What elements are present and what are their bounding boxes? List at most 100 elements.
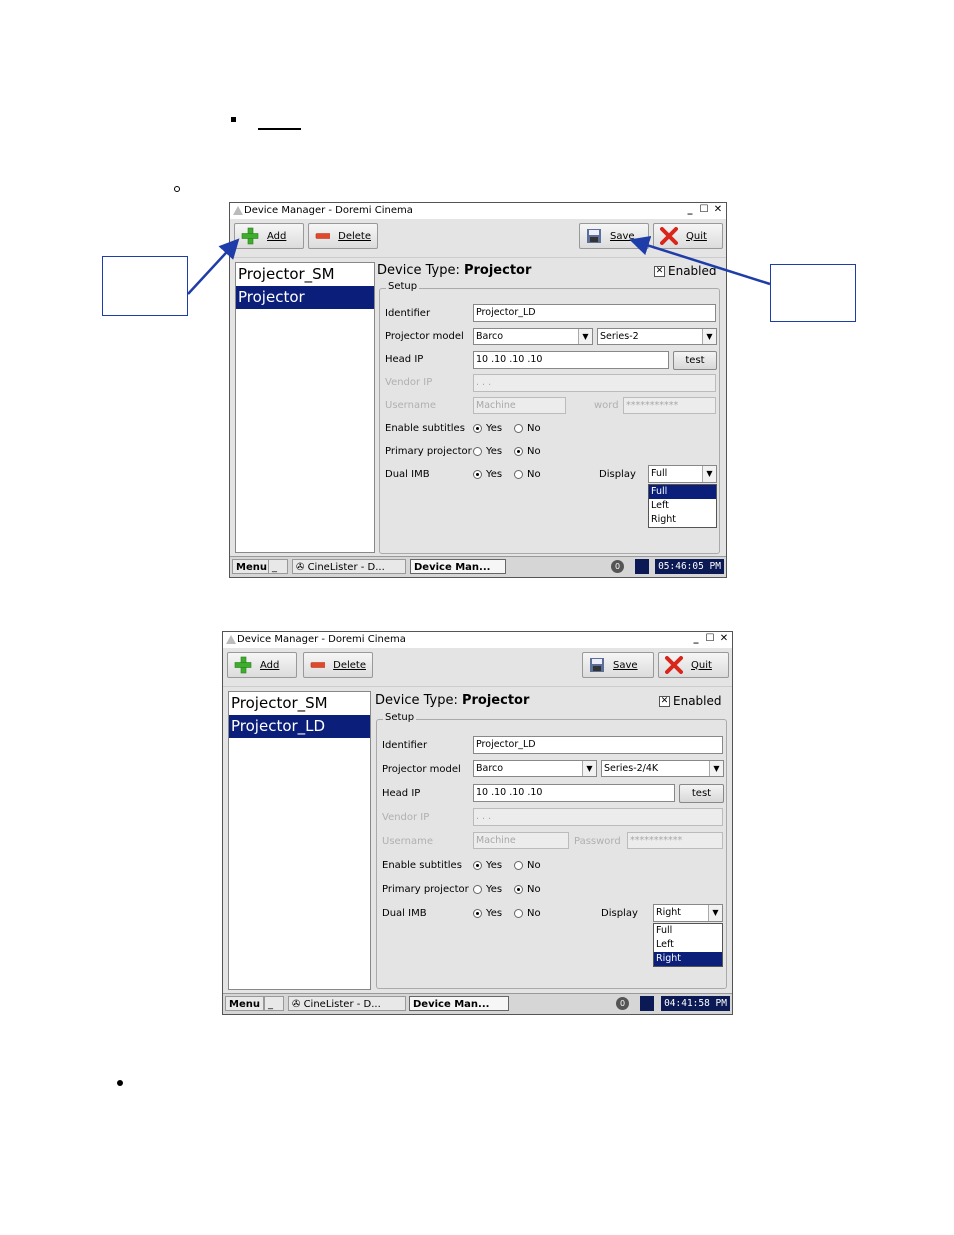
device-type-value: Projector [461,693,530,708]
taskbar-item-cinelister[interactable]: ✇ CineLister - D... [292,559,406,574]
taskbar: Menu _ ✇ CineLister - D... Device Man...… [230,556,726,577]
display-label: Display [599,469,636,480]
plus-icon [234,656,252,674]
dot-bullet [117,1080,123,1086]
primary-no-radio[interactable]: No [514,884,541,895]
series-select[interactable]: Series-2 ▼ [597,328,717,345]
dual-yes-radio[interactable]: Yes [473,469,502,480]
power-icon[interactable]: 0 [611,560,624,573]
quit-button[interactable]: Quit [653,223,723,249]
enabled-checkbox[interactable]: ✕ Enabled [654,264,717,278]
chevron-down-icon: ▼ [582,761,596,776]
dropdown-option[interactable]: Right [649,513,716,527]
maximize-icon[interactable]: ☐ [704,633,716,645]
test-button[interactable]: test [673,351,717,370]
radio-off-icon [473,885,482,894]
taskbar-item-device-manager[interactable]: Device Man... [409,996,509,1011]
checkbox-checked-icon: ✕ [659,696,670,707]
identifier-label: Identifier [382,740,428,751]
setup-group: Setup Identifier Projector_LD Projector … [379,281,720,554]
content-area: Projector_SM Projector_LD Device Type: P… [223,687,732,994]
subtitles-no-radio[interactable]: No [514,860,541,871]
head-ip-field[interactable]: 10 .10 .10 .10 [473,351,669,369]
display-select[interactable]: Right ▼ [653,904,723,922]
close-icon[interactable]: ✕ [718,633,730,645]
enabled-label: Enabled [668,264,717,278]
add-button[interactable]: Add [227,652,297,678]
password-field: *********** [623,397,716,414]
save-button[interactable]: Save [582,652,654,678]
menu-button[interactable]: Menu [232,559,271,574]
dual-no-radio[interactable]: No [514,469,541,480]
delete-button[interactable]: Delete [308,223,378,249]
save-button[interactable]: Save [579,223,649,249]
dropdown-option[interactable]: Left [649,499,716,513]
identifier-field[interactable]: Projector_LD [473,304,716,322]
show-desktop-button[interactable]: _ [264,996,284,1011]
clock: 04:41:58 PM [661,996,730,1011]
display-select[interactable]: Full ▼ [648,465,717,483]
minimize-icon[interactable]: _ [690,633,702,645]
add-label: Add [260,659,280,671]
show-desktop-button[interactable]: _ [268,559,288,574]
list-item[interactable]: Projector [236,286,374,309]
setup-group: Setup Identifier Projector_LD Projector … [376,712,727,989]
series-select[interactable]: Series-2/4K ▼ [601,760,724,777]
taskbar: Menu _ ✇ CineLister - D... Device Man...… [223,993,732,1014]
radio-on-icon [473,909,482,918]
subtitles-yes-radio[interactable]: Yes [473,860,502,871]
list-item[interactable]: Projector_SM [236,263,374,286]
vendor-ip-label: Vendor IP [385,377,433,388]
taskbar-item-device-manager[interactable]: Device Man... [410,559,506,574]
dropdown-option[interactable]: Left [654,938,722,952]
device-type: Device Type: Projector [377,263,531,278]
device-type-label: Device Type: [377,263,460,278]
minimize-icon[interactable]: _ [684,204,696,216]
display-dropdown: Full Left Right [648,484,717,528]
dropdown-option[interactable]: Full [654,924,722,938]
dual-no-radio[interactable]: No [514,908,541,919]
add-button[interactable]: Add [234,223,304,249]
projector-model-select[interactable]: Barco ▼ [473,328,593,345]
radio-on-icon [473,861,482,870]
taskbar-item-cinelister[interactable]: ✇ CineLister - D... [288,996,406,1011]
subtitles-yes-radio[interactable]: Yes [473,423,502,434]
list-item[interactable]: Projector_SM [229,692,370,715]
tray-icon [635,559,649,574]
floppy-icon [587,229,601,243]
projector-model-label: Projector model [385,331,464,342]
chevron-down-icon: ▼ [708,905,722,921]
radio-off-icon [514,909,523,918]
test-button[interactable]: test [679,784,724,803]
enabled-checkbox[interactable]: ✕ Enabled [659,694,722,708]
list-item[interactable]: Projector_LD [229,715,370,738]
plus-icon [241,227,259,245]
dropdown-option[interactable]: Full [649,485,716,499]
device-manager-window-2: Device Manager - Doremi Cinema _ ☐ ✕ Add… [222,631,733,1015]
delete-button[interactable]: Delete [303,652,373,678]
dropdown-option[interactable]: Right [654,952,722,966]
power-icon[interactable]: 0 [616,997,629,1010]
delete-label: Delete [333,659,366,671]
username-label: Username [382,836,433,847]
checkbox-checked-icon: ✕ [654,266,665,277]
dual-yes-radio[interactable]: Yes [473,908,502,919]
maximize-icon[interactable]: ☐ [698,204,710,216]
dual-imb-label: Dual IMB [382,908,427,919]
subtitles-no-radio[interactable]: No [514,423,541,434]
quit-button[interactable]: Quit [658,652,729,678]
primary-no-radio[interactable]: No [514,446,541,457]
head-ip-field[interactable]: 10 .10 .10 .10 [473,784,675,802]
close-icon[interactable]: ✕ [712,204,724,216]
identifier-field[interactable]: Projector_LD [473,736,723,754]
username-field: Machine [473,397,566,414]
radio-off-icon [514,861,523,870]
chevron-down-icon: ▼ [702,466,716,482]
projector-model-select[interactable]: Barco ▼ [473,760,597,777]
radio-off-icon [473,447,482,456]
menu-button[interactable]: Menu [225,996,264,1011]
password-label: Password [574,836,621,847]
primary-yes-radio[interactable]: Yes [473,884,502,895]
primary-yes-radio[interactable]: Yes [473,446,502,457]
primary-projector-label: Primary projector [385,446,472,457]
